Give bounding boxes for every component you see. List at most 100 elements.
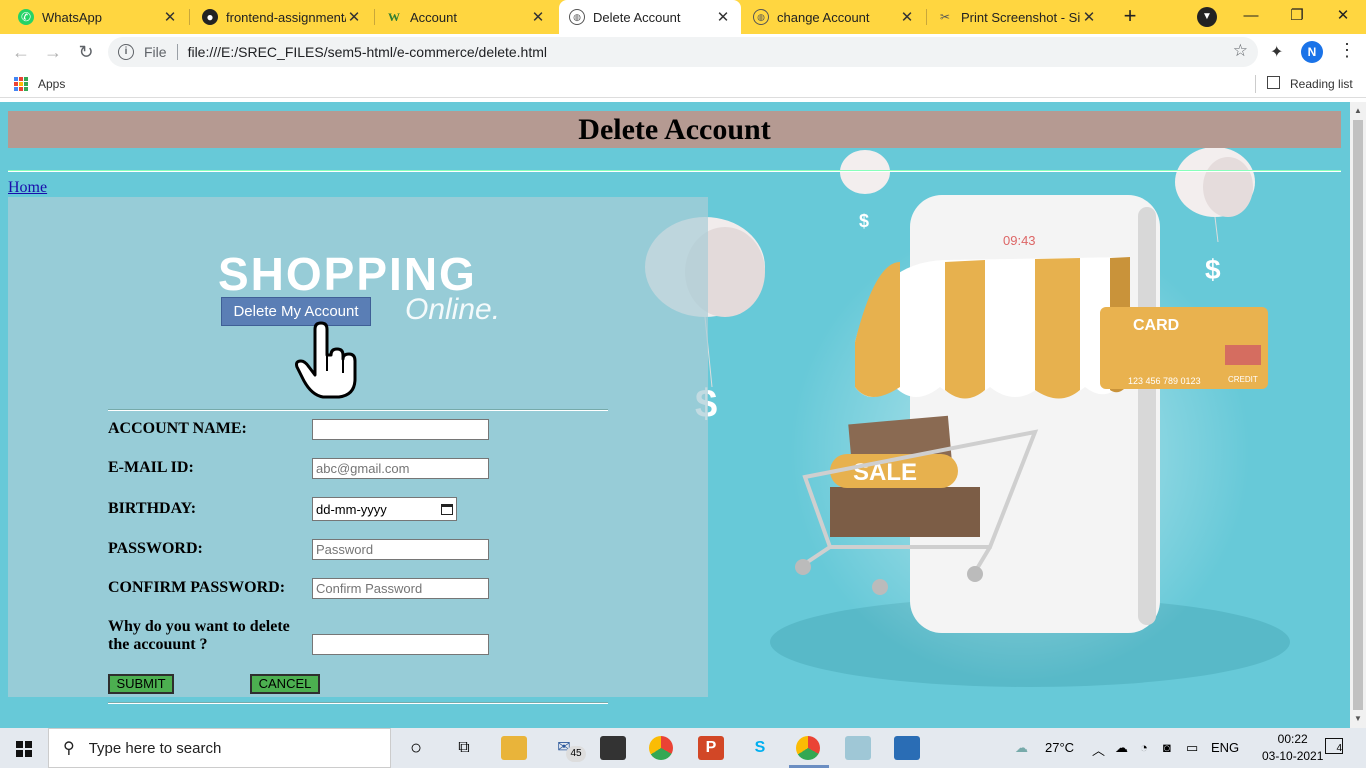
scroll-thumb[interactable] (1353, 120, 1363, 710)
balloon-icon: $ (1175, 147, 1255, 285)
profile-avatar[interactable]: N (1301, 41, 1323, 63)
globe-icon: ◍ (569, 9, 585, 25)
account-name-label: ACCOUNT NAME: (108, 420, 247, 437)
delete-account-panel: SHOPPING Online. Delete My Account ACCOU… (8, 197, 708, 697)
camera-icon[interactable]: ◙ (1163, 740, 1171, 755)
reading-list-icon[interactable] (1267, 76, 1280, 89)
skype-icon[interactable]: S (747, 736, 773, 760)
powerpoint-icon[interactable]: P (698, 736, 724, 760)
dollar-sign: $ (1205, 254, 1221, 285)
file-explorer-icon[interactable] (501, 736, 527, 760)
cortana-circle-icon[interactable]: ○ (403, 736, 429, 760)
card-tag: CREDIT (1228, 375, 1258, 384)
whatsapp-icon: ✆ (18, 9, 34, 25)
notification-count: 4 (1336, 743, 1342, 754)
tab-strip: ✆ WhatsApp ✕ ● frontend-assignment/ ✕ W … (0, 0, 1366, 34)
account-name-input[interactable] (312, 419, 489, 440)
info-icon[interactable]: i (118, 44, 134, 60)
page-scrollbar[interactable]: ▲ ▼ (1350, 102, 1366, 728)
tab-whatsapp[interactable]: ✆ WhatsApp ✕ (8, 0, 188, 34)
tab-github[interactable]: ● frontend-assignment/ ✕ (192, 0, 372, 34)
close-icon[interactable]: ✕ (530, 8, 546, 26)
bookmark-star-icon[interactable]: ☆ (1233, 41, 1248, 61)
phone-time: 09:43 (1003, 233, 1036, 248)
scroll-up-icon[interactable]: ▲ (1354, 106, 1362, 115)
w-icon: W (388, 9, 400, 24)
form-bottom-divider (108, 702, 608, 704)
password-label: PASSWORD: (108, 540, 203, 557)
cancel-button[interactable]: CANCEL (250, 674, 320, 694)
screenshot-icon: ✂ (939, 10, 951, 24)
tab-print-screenshot[interactable]: ✂ Print Screenshot - Sim ✕ (927, 0, 1107, 34)
taskbar-search-box[interactable]: ⚲ Type here to search (48, 728, 391, 768)
tab-search-icon[interactable]: ▼ (1197, 7, 1217, 27)
shop-awning (855, 257, 1130, 399)
minimize-icon[interactable]: — (1228, 0, 1274, 32)
reason-input[interactable] (312, 634, 489, 655)
tab-delete-account[interactable]: ◍ Delete Account ✕ (559, 0, 741, 34)
tab-divider (374, 9, 375, 25)
new-tab-button[interactable]: + (1118, 4, 1142, 28)
photos-icon[interactable] (894, 736, 920, 760)
submit-button[interactable]: SUBMIT (108, 674, 174, 694)
onedrive-icon[interactable]: ☁ (1115, 740, 1128, 756)
confirm-password-input[interactable] (312, 578, 489, 599)
tab-label: WhatsApp (42, 9, 102, 25)
browser-toolbar: ← → ↻ i File file:///E:/SREC_FILES/sem5-… (0, 34, 1366, 70)
kebab-menu-icon[interactable]: ⋮ (1338, 40, 1356, 61)
url-text[interactable]: file:///E:/SREC_FILES/sem5-html/e-commer… (188, 44, 547, 60)
calendar-icon[interactable] (441, 503, 453, 515)
form-top-divider (108, 409, 608, 411)
notification-center-icon[interactable]: 4 (1325, 738, 1343, 754)
close-icon[interactable]: ✕ (899, 8, 915, 26)
close-icon[interactable]: ✕ (715, 8, 731, 26)
chrome-profile-icon[interactable] (796, 736, 820, 760)
hand-pointer-icon (295, 321, 357, 399)
restore-icon[interactable]: ❐ (1274, 0, 1320, 32)
divider (1255, 75, 1256, 93)
tab-divider (189, 9, 190, 25)
reason-label: Why do you want to delete the accouunt ? (108, 618, 290, 653)
clock[interactable]: 00:22 03-10-2021 (1262, 731, 1323, 765)
apps-bookmark[interactable]: Apps (38, 77, 65, 91)
address-bar[interactable]: i File file:///E:/SREC_FILES/sem5-html/e… (108, 37, 1258, 67)
close-icon[interactable]: ✕ (162, 8, 178, 26)
close-icon[interactable]: ✕ (1081, 8, 1097, 26)
close-icon[interactable]: ✕ (346, 8, 362, 26)
divider (8, 170, 1341, 172)
home-link[interactable]: Home (8, 179, 47, 197)
extensions-puzzle-icon[interactable]: ✦ (1270, 42, 1283, 62)
language-indicator[interactable]: ENG (1211, 740, 1239, 755)
scheme-label: File (144, 44, 167, 60)
tab-account[interactable]: W Account ✕ (376, 0, 556, 34)
birthday-date-input[interactable]: dd-mm-yyyy (312, 497, 457, 521)
search-placeholder: Type here to search (88, 739, 222, 757)
github-icon: ● (202, 9, 218, 25)
tab-change-account[interactable]: ◍ change Account ✕ (743, 0, 925, 34)
window-close-icon[interactable]: ✕ (1320, 0, 1366, 32)
windows-start-icon[interactable] (16, 741, 32, 757)
password-input[interactable] (312, 539, 489, 560)
reading-list-button[interactable]: Reading list (1290, 77, 1353, 91)
wifi-icon[interactable]: ◔ (1140, 740, 1148, 755)
notepad-icon[interactable] (845, 736, 871, 760)
confirm-password-label: CONFIRM PASSWORD: (108, 579, 286, 596)
apps-grid-icon[interactable] (14, 77, 28, 91)
chrome-icon[interactable] (649, 736, 673, 760)
card-label: CARD (1133, 317, 1179, 334)
reload-icon[interactable]: ↻ (74, 40, 98, 64)
battery-icon[interactable]: ▭ (1186, 740, 1198, 756)
tab-label: Account (410, 9, 457, 25)
back-arrow-icon[interactable]: ← (9, 40, 33, 64)
email-input[interactable] (312, 458, 489, 479)
show-hidden-icons-icon[interactable]: ︿ (1092, 740, 1105, 759)
weather-temp[interactable]: 27°C (1045, 740, 1074, 755)
shopping-online-banner: SHOPPING Online. Delete My Account (213, 247, 533, 399)
clock-time: 00:22 (1277, 732, 1308, 746)
store-icon[interactable] (600, 736, 626, 760)
search-icon: ⚲ (63, 740, 75, 757)
forward-arrow-icon[interactable]: → (41, 40, 65, 64)
task-view-icon[interactable]: ⧉ (451, 736, 477, 760)
scroll-down-icon[interactable]: ▼ (1354, 714, 1362, 723)
divider (176, 44, 178, 60)
